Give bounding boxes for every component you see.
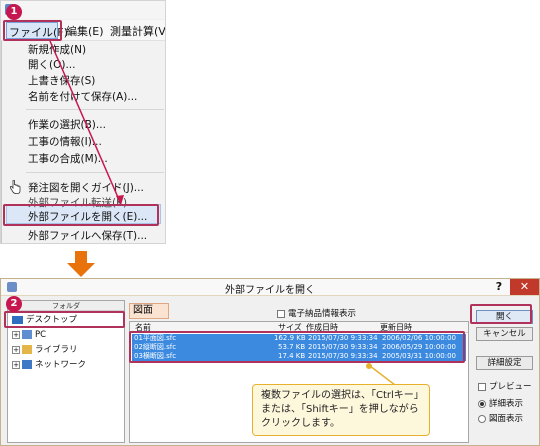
highlight-frame-open-button xyxy=(470,304,532,324)
callout-note: 複数ファイルの選択は、「Ctrlキー」 または、「Shiftキー」を押しながら … xyxy=(252,384,430,436)
tree-item-label: ネットワーク xyxy=(35,360,87,370)
menu-edit[interactable]: 編集(E) xyxy=(66,23,104,39)
highlight-frame-file-menu xyxy=(3,20,62,41)
menu-item-save-external[interactable]: 外部ファイルへ保存(T)... xyxy=(28,227,147,243)
callout-line-1: 複数ファイルの選択は、「Ctrlキー」 xyxy=(261,390,424,401)
radio-drawing-view[interactable]: 図面表示 xyxy=(478,412,523,424)
electronic-delivery-checkbox[interactable]: 電子納品情報表示 xyxy=(277,307,356,319)
highlight-frame-open-external xyxy=(3,204,159,226)
cancel-button[interactable]: キャンセル xyxy=(476,327,533,341)
tree-item-library[interactable]: + ライブラリ xyxy=(12,343,78,357)
menu-item-project-info[interactable]: 工事の情報(I)... xyxy=(28,133,102,151)
hand-pointer-icon xyxy=(9,180,21,194)
detail-view-label: 詳細表示 xyxy=(489,399,524,409)
network-icon xyxy=(22,360,32,369)
tree-item-label: ライブラリ xyxy=(35,345,78,355)
menu-survey[interactable]: 測量計算(V) xyxy=(110,23,165,39)
expand-icon[interactable]: + xyxy=(12,360,20,369)
help-button[interactable]: ? xyxy=(488,279,510,295)
close-button[interactable]: ✕ xyxy=(510,279,539,295)
pc-icon xyxy=(22,330,32,339)
radio-button-selected[interactable] xyxy=(478,399,486,408)
step-badge-1: 1 xyxy=(6,4,22,20)
tab-drawings[interactable]: 図面 xyxy=(129,303,169,319)
menu-item-save-as[interactable]: 名前を付けて保存(A)... xyxy=(28,88,137,106)
library-icon xyxy=(22,345,32,354)
callout-line-3: クリックします。 xyxy=(261,418,340,429)
menu-titlebar xyxy=(1,1,165,19)
radio-detail-view[interactable]: 詳細表示 xyxy=(478,397,523,409)
dialog-titlebar: 外部ファイルを開く ? ✕ xyxy=(1,279,539,296)
callout-line-2: または、「Shiftキー」を押しながら xyxy=(261,404,419,415)
checkbox-box[interactable] xyxy=(478,382,486,391)
expand-icon[interactable]: + xyxy=(12,345,20,354)
drawing-view-label: 図面表示 xyxy=(489,414,524,424)
highlight-frame-desktop xyxy=(4,311,125,328)
menu-separator xyxy=(26,109,164,110)
tree-item-network[interactable]: + ネットワーク xyxy=(12,358,86,372)
radio-button[interactable] xyxy=(478,414,486,423)
menu-item-select-work[interactable]: 作業の選択(B)... xyxy=(28,116,106,134)
step-badge-2: 2 xyxy=(6,296,22,312)
preview-checkbox[interactable]: プレビュー xyxy=(478,380,532,392)
folder-header: フォルダ xyxy=(8,301,124,311)
menu-item-project-merge[interactable]: 工事の合成(M)... xyxy=(28,150,108,168)
checkbox-box[interactable] xyxy=(277,309,285,318)
expand-icon[interactable]: + xyxy=(12,330,20,339)
checkbox-label: 電子納品情報表示 xyxy=(288,309,357,319)
dialog-title: 外部ファイルを開く xyxy=(225,285,315,296)
highlight-frame-files xyxy=(129,331,465,363)
tree-item-pc[interactable]: + PC xyxy=(12,328,46,342)
menu-separator xyxy=(26,172,164,173)
preview-label: プレビュー xyxy=(489,382,532,392)
tree-item-label: PC xyxy=(35,330,47,340)
details-settings-button[interactable]: 詳細設定 xyxy=(476,356,533,370)
down-arrow-icon xyxy=(67,251,95,277)
